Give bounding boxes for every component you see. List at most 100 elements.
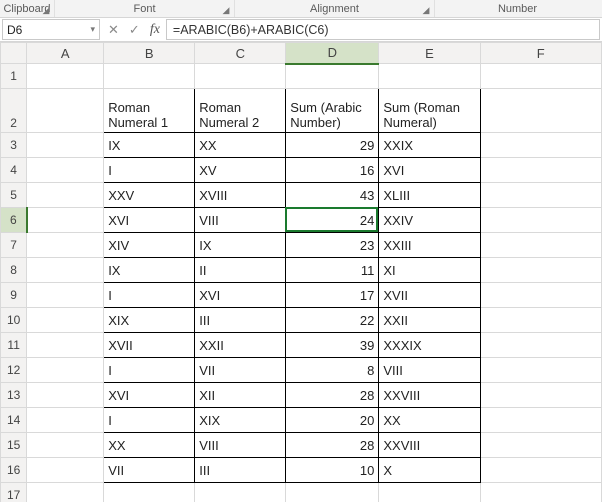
cell[interactable]: III <box>195 308 286 333</box>
cell[interactable] <box>27 308 104 333</box>
cell[interactable]: XXVIII <box>379 433 480 458</box>
cell[interactable]: VIII <box>379 358 480 383</box>
cell[interactable] <box>27 383 104 408</box>
cell[interactable]: II <box>195 258 286 283</box>
cell[interactable] <box>480 183 601 208</box>
cell[interactable] <box>480 308 601 333</box>
header-cell-c[interactable]: Roman Numeral 2 <box>195 89 286 133</box>
col-header-C[interactable]: C <box>195 43 286 64</box>
cell[interactable] <box>27 89 104 133</box>
cell[interactable]: 43 <box>286 183 379 208</box>
cell[interactable] <box>480 458 601 483</box>
cell[interactable]: XXIII <box>379 233 480 258</box>
row-header-7[interactable]: 7 <box>1 233 27 258</box>
alignment-launcher-icon[interactable]: ◢ <box>421 6 431 16</box>
cell[interactable]: 16 <box>286 158 379 183</box>
row-header-5[interactable]: 5 <box>1 183 27 208</box>
col-header-E[interactable]: E <box>379 43 480 64</box>
cell[interactable]: XLIII <box>379 183 480 208</box>
cell[interactable] <box>480 64 601 89</box>
cell[interactable]: IX <box>195 233 286 258</box>
cell[interactable]: XVII <box>379 283 480 308</box>
cell[interactable]: XVI <box>379 158 480 183</box>
cell[interactable]: I <box>104 158 195 183</box>
cell[interactable]: XXII <box>195 333 286 358</box>
cell[interactable]: 23 <box>286 233 379 258</box>
cell[interactable]: 17 <box>286 283 379 308</box>
cell[interactable]: I <box>104 283 195 308</box>
cell[interactable] <box>27 483 104 502</box>
cell[interactable]: XXIV <box>379 208 480 233</box>
cell[interactable]: VIII <box>195 433 286 458</box>
cell[interactable]: X <box>379 458 480 483</box>
select-all-corner[interactable] <box>1 43 27 64</box>
cell[interactable]: I <box>104 358 195 383</box>
cell[interactable]: 11 <box>286 258 379 283</box>
col-header-A[interactable]: A <box>27 43 104 64</box>
cell[interactable] <box>27 333 104 358</box>
cell[interactable] <box>27 458 104 483</box>
row-header-3[interactable]: 3 <box>1 133 27 158</box>
cell[interactable]: XXIX <box>379 133 480 158</box>
cell[interactable] <box>286 483 379 502</box>
cancel-icon[interactable]: ✕ <box>108 22 119 38</box>
header-cell-d[interactable]: Sum (Arabic Number) <box>286 89 379 133</box>
cell[interactable] <box>480 433 601 458</box>
cell[interactable]: 8 <box>286 358 379 383</box>
cell[interactable]: XIX <box>104 308 195 333</box>
row-header-1[interactable]: 1 <box>1 64 27 89</box>
cell[interactable] <box>27 433 104 458</box>
cell[interactable] <box>27 64 104 89</box>
cell[interactable]: IX <box>104 258 195 283</box>
row-header-14[interactable]: 14 <box>1 408 27 433</box>
worksheet-grid[interactable]: A B C D E F 1 2 Roman Numeral 1 Roman Nu… <box>0 42 602 502</box>
cell[interactable]: 20 <box>286 408 379 433</box>
row-header-4[interactable]: 4 <box>1 158 27 183</box>
cell[interactable]: XVI <box>104 383 195 408</box>
enter-icon[interactable]: ✓ <box>129 22 140 38</box>
row-header-10[interactable]: 10 <box>1 308 27 333</box>
cell[interactable]: 22 <box>286 308 379 333</box>
cell[interactable]: XX <box>104 433 195 458</box>
cell[interactable]: III <box>195 458 286 483</box>
row-header-12[interactable]: 12 <box>1 358 27 383</box>
cell[interactable]: 28 <box>286 383 379 408</box>
cell[interactable] <box>27 258 104 283</box>
cell[interactable]: 28 <box>286 433 379 458</box>
cell[interactable] <box>480 158 601 183</box>
header-cell-e[interactable]: Sum (Roman Numeral) <box>379 89 480 133</box>
cell[interactable] <box>27 133 104 158</box>
row-header-13[interactable]: 13 <box>1 383 27 408</box>
cell[interactable] <box>27 283 104 308</box>
row-header-6[interactable]: 6 <box>1 208 27 233</box>
cell[interactable]: 29 <box>286 133 379 158</box>
cell[interactable] <box>480 383 601 408</box>
row-header-9[interactable]: 9 <box>1 283 27 308</box>
cell[interactable] <box>195 483 286 502</box>
cell[interactable]: XII <box>195 383 286 408</box>
cell[interactable] <box>27 233 104 258</box>
cell[interactable] <box>104 64 195 89</box>
cell[interactable] <box>27 208 104 233</box>
row-header-11[interactable]: 11 <box>1 333 27 358</box>
cell[interactable]: XIV <box>104 233 195 258</box>
cell[interactable] <box>480 89 601 133</box>
cell[interactable] <box>480 333 601 358</box>
cell[interactable]: 39 <box>286 333 379 358</box>
cell[interactable] <box>27 358 104 383</box>
cell[interactable]: XXVIII <box>379 383 480 408</box>
cell[interactable] <box>480 258 601 283</box>
cell[interactable]: I <box>104 408 195 433</box>
cell[interactable]: XVIII <box>195 183 286 208</box>
cell[interactable] <box>104 483 195 502</box>
cell[interactable] <box>286 64 379 89</box>
cell[interactable]: XVII <box>104 333 195 358</box>
cell[interactable]: VII <box>195 358 286 383</box>
chevron-down-icon[interactable]: ▾ <box>90 24 95 35</box>
cell[interactable] <box>480 283 601 308</box>
cell[interactable] <box>195 64 286 89</box>
cell[interactable]: XVI <box>195 283 286 308</box>
cell[interactable]: 10 <box>286 458 379 483</box>
cell[interactable] <box>379 64 480 89</box>
cell[interactable] <box>27 408 104 433</box>
